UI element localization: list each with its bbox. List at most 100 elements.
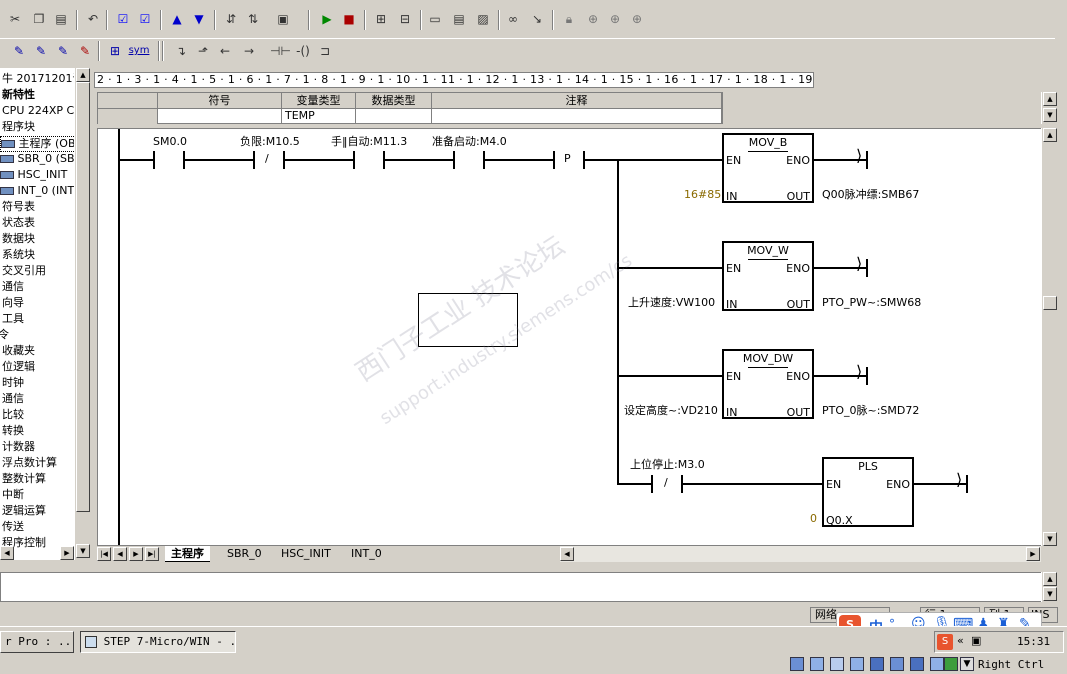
line-down-icon[interactable]: ↴ [172,42,190,60]
program-status-icon[interactable]: ⊞ [372,10,390,28]
box-out-value[interactable]: PTO_0脉~:SMD72 [822,405,919,417]
contact-icon[interactable]: ⊣⊢ [270,42,291,60]
output-scrollbar[interactable]: ▲ ▼ [1041,572,1057,602]
tree-item[interactable]: 新特性 [2,88,35,102]
box-out-value[interactable]: PTO_PW~:SMW68 [822,297,921,309]
scroll-up-icon[interactable]: ▲ [76,68,90,82]
tray-clock[interactable]: 15:31 [1017,635,1050,648]
symbol-table-icon[interactable]: ⊞ [106,42,124,60]
unforce-icon[interactable]: ↘ [528,10,546,28]
tree-item[interactable]: SBR_0 (SBR [0,152,82,166]
cut-icon[interactable]: ✂ [6,10,24,28]
tree-item[interactable]: 时钟 [2,376,24,390]
tree-item[interactable]: 工具 [2,312,24,326]
compile-all-icon[interactable]: ☑ [136,10,154,28]
vm-display-icon[interactable] [870,657,884,671]
tree-item[interactable]: HSC_INIT [0,168,67,182]
tree-item[interactable]: 通信 [2,280,24,294]
tree-item[interactable]: 比较 [2,408,24,422]
trend-icon[interactable]: ▭ [426,10,444,28]
stop-icon[interactable]: ■ [340,10,358,28]
tree-item[interactable]: 通信 [2,392,24,406]
vm-cpu-icon[interactable] [930,657,944,671]
scroll-right-icon[interactable]: ▶ [1026,547,1040,561]
box-in-value[interactable]: 0 [810,513,817,525]
tree-item[interactable]: 整数计算 [2,472,46,486]
coil-icon[interactable]: -() [294,42,312,60]
scroll-down-icon[interactable]: ▼ [1043,532,1057,546]
undo-icon[interactable]: ↶ [84,10,102,28]
tree-item[interactable]: 令 [0,328,9,342]
network-edit-icon[interactable]: ✎ [54,42,72,60]
copy-icon[interactable]: ❐ [30,10,48,28]
tree-item[interactable]: 数据块 [2,232,35,246]
tab-last-icon[interactable]: ▶| [145,547,159,561]
tree-item[interactable]: 收藏夹 [2,344,35,358]
tree-item[interactable]: 计数器 [2,440,35,454]
download-icon[interactable]: ▼ [190,10,208,28]
cell-var-type[interactable]: TEMP [282,109,356,124]
box-in-value[interactable]: 16#85 [684,189,721,201]
status-table-icon[interactable]: ▤ [450,10,468,28]
tree-item[interactable]: 浮点数计算 [2,456,57,470]
cell-blank[interactable] [98,109,158,124]
tree-item[interactable]: 转换 [2,424,24,438]
tree-item[interactable]: 逻辑运算 [2,504,46,518]
tree-item[interactable]: 向导 [2,296,24,310]
tree-item[interactable]: 交叉引用 [2,264,46,278]
options-icon[interactable]: ▣ [274,10,292,28]
paste-icon[interactable]: ▤ [52,10,70,28]
vm-disk-icon[interactable] [790,657,804,671]
upload-icon[interactable]: ▲ [168,10,186,28]
tab-main[interactable]: 主程序 [165,546,210,562]
sym-button[interactable]: sym [128,42,150,60]
tree-item[interactable]: 符号表 [2,200,35,214]
lock3-icon[interactable]: ⊕ [606,10,624,28]
tree-scroll-left-icon[interactable]: ◀ [0,546,14,560]
network-insert-icon[interactable]: ✎ [10,42,28,60]
vm-network-icon[interactable] [810,657,824,671]
horizontal-scrollbar[interactable]: ◀ ▶ [560,546,1041,562]
run-icon[interactable]: ▶ [318,10,336,28]
ladder-scrollbar[interactable]: ▲ ▼ [1041,128,1057,546]
tray-network-icon[interactable]: ▣ [971,634,981,647]
line-left-icon[interactable]: ← [216,42,234,60]
tab-hsc-init[interactable]: HSC_INIT [275,546,337,562]
vm-usb-icon[interactable] [850,657,864,671]
box-icon[interactable]: ⊐ [316,42,334,60]
ladder-editor[interactable]: / P SM0.0 负限:M10.5 手‖自动:M11.3 准备启动:M4.0 … [97,128,1043,546]
tree-item[interactable]: INT_0 (INT [0,184,74,198]
scroll-left-icon[interactable]: ◀ [560,547,574,561]
tree-item[interactable]: 系统块 [2,248,35,262]
tree-item[interactable]: 位逻辑 [2,360,35,374]
cell-comment[interactable] [432,109,722,124]
line-right-icon[interactable]: → [240,42,258,60]
box-in-value[interactable]: 上升速度:VW100 [628,297,715,309]
scroll-down-icon[interactable]: ▼ [1043,587,1057,601]
tree-item[interactable]: 状态表 [2,216,35,230]
sort-desc-icon[interactable]: ⇅ [244,10,262,28]
tree-scrollbar[interactable]: ▲ ▼ [74,68,90,560]
taskbar-item-step7[interactable]: STEP 7-Micro/WIN - ... [80,631,236,653]
cell-data-type[interactable] [356,109,432,124]
scroll-thumb[interactable] [76,82,90,512]
vm-green-icon[interactable] [944,657,958,671]
cell-symbol[interactable] [158,109,282,124]
symtab-scrollbar[interactable]: ▲ ▼ [1041,92,1057,124]
mov-dw-box[interactable]: MOV_DW EN ENO IN OUT [722,349,814,419]
tree-item[interactable]: 传送 [2,520,24,534]
tab-first-icon[interactable]: |◀ [97,547,111,561]
chart-status-icon[interactable]: ⊟ [396,10,414,28]
line-up-icon[interactable]: ⬏ [194,42,212,60]
glasses-icon[interactable]: ∞ [504,10,522,28]
network-delete-icon[interactable]: ✎ [32,42,50,60]
tab-prev-icon[interactable]: ◀ [113,547,127,561]
scroll-up-icon[interactable]: ▲ [1043,92,1057,106]
vm-shared-icon[interactable] [890,657,904,671]
scroll-up-icon[interactable]: ▲ [1043,128,1057,142]
scroll-down-icon[interactable]: ▼ [1043,108,1057,122]
mov-w-box[interactable]: MOV_W EN ENO IN OUT [722,241,814,311]
tray-s-icon[interactable]: S [937,634,953,650]
tab-sbr0[interactable]: SBR_0 [221,546,268,562]
tree-item[interactable]: CPU 224XP CN [2,104,82,118]
